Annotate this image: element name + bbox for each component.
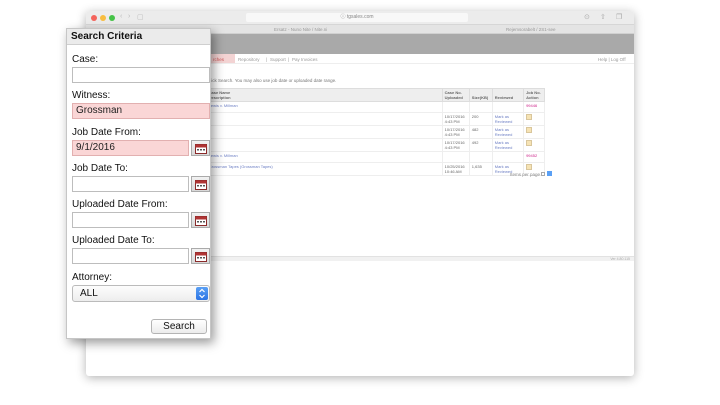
- minimize-window-button[interactable]: [100, 15, 106, 21]
- job-date-from-input[interactable]: 9/1/2016: [72, 140, 189, 156]
- table-cell-case[interactable]: Lewis v. Millman: [205, 101, 443, 113]
- panel-title: Search Criteria: [67, 29, 210, 45]
- calendar-button[interactable]: [191, 248, 210, 264]
- table-cell-job: 99452: [523, 151, 545, 163]
- action-checkbox[interactable]: [526, 140, 533, 146]
- job-date-to-input[interactable]: [72, 176, 189, 192]
- calendar-icon: [195, 180, 207, 190]
- col-reviewed[interactable]: Reviewed: [495, 95, 513, 100]
- table-cell-uploaded: [441, 101, 470, 113]
- address-bar[interactable]: ⓘ tgsales.com: [246, 13, 468, 22]
- tab-left[interactable]: Ersatz - Nuno Nite / Nite.ni: [274, 27, 327, 32]
- back-icon[interactable]: ‹: [120, 13, 122, 20]
- col-uploaded[interactable]: Uploaded: [445, 95, 463, 100]
- table-cell-uploaded: [441, 151, 470, 163]
- help-logoff-links[interactable]: Help | Log Off: [598, 57, 626, 62]
- attorney-label: Attorney:: [72, 272, 113, 283]
- job-date-to-label: Job Date To:: [72, 163, 128, 174]
- action-checkbox[interactable]: [526, 164, 533, 170]
- uploaded-date-from-label: Uploaded Date From:: [72, 199, 168, 210]
- share-icon[interactable]: ⇧: [600, 13, 606, 21]
- col-action[interactable]: Action: [526, 95, 538, 100]
- witness-label: Witness:: [72, 90, 111, 101]
- download-icon[interactable]: ⊙: [584, 13, 590, 21]
- table-cell-reviewed[interactable]: [491, 101, 525, 113]
- nav-item-pay-invoices[interactable]: Pay Invoices: [292, 57, 318, 62]
- case-label: Case:: [72, 54, 99, 65]
- calendar-button[interactable]: [191, 176, 210, 192]
- table-cell-size: 200: [468, 112, 493, 126]
- attorney-select[interactable]: ALL: [72, 285, 210, 302]
- table-cell-size: [468, 101, 493, 113]
- sidebar-icon[interactable]: ▢: [137, 13, 144, 21]
- table-cell-job: [523, 112, 545, 126]
- select-arrows-icon: [196, 287, 208, 300]
- table-cell-job: 99446: [523, 101, 545, 113]
- table-cell-size: 492: [468, 138, 493, 152]
- calendar-button[interactable]: [191, 212, 210, 228]
- table-cell-case[interactable]: [205, 112, 443, 126]
- table-cell-case[interactable]: [205, 138, 443, 152]
- table-cell-reviewed[interactable]: [491, 151, 525, 163]
- nav-item-repository[interactable]: Repository: [238, 57, 260, 62]
- screenshot-stage: ‹ › ▢ ⓘ tgsales.com ⊙ ⇧ ❐ Ersatz - Nuno …: [0, 0, 720, 405]
- search-button[interactable]: Search: [151, 319, 207, 334]
- tab-right[interactable]: Rejemsorabelt / 2S1-see: [506, 27, 556, 32]
- calendar-icon: [195, 144, 207, 154]
- table-cell-reviewed[interactable]: Mark as Reviewed: [491, 112, 525, 126]
- table-cell-job: [523, 138, 545, 152]
- table-cell-case[interactable]: Lewis v. Millman: [205, 151, 443, 163]
- nav-item-searches[interactable]: rches: [211, 54, 235, 63]
- browser-toolbar: ‹ › ▢ ⓘ tgsales.com ⊙ ⇧ ❐: [86, 11, 634, 25]
- table-cell-size: [468, 151, 493, 163]
- action-checkbox[interactable]: [526, 114, 533, 120]
- case-input[interactable]: [72, 67, 210, 83]
- close-window-button[interactable]: [91, 15, 97, 21]
- witness-input[interactable]: Grossman: [72, 103, 210, 119]
- items-per-page[interactable]: Items per page: [510, 171, 552, 177]
- uploaded-date-to-input[interactable]: [72, 248, 189, 264]
- tabs-icon[interactable]: ❐: [616, 13, 622, 21]
- calendar-button[interactable]: [191, 140, 210, 156]
- nav-item-support[interactable]: Support: [270, 57, 286, 62]
- action-checkbox[interactable]: [526, 127, 533, 133]
- table-cell-uploaded: 10/17/2016 4:43 PM: [441, 125, 470, 139]
- zoom-window-button[interactable]: [109, 15, 115, 21]
- table-cell-uploaded: 10/25/2016 10:46 AM: [441, 162, 470, 176]
- attorney-selected-value: ALL: [80, 288, 98, 299]
- col-description[interactable]: Description: [209, 95, 231, 100]
- table-cell-reviewed[interactable]: Mark as Reviewed: [491, 125, 525, 139]
- table-cell-case[interactable]: Grossman Tapes (Grossman Tapes): [205, 162, 443, 176]
- table-cell-job: [523, 125, 545, 139]
- job-date-from-label: Job Date From:: [72, 127, 141, 138]
- table-cell-size: 482: [468, 125, 493, 139]
- calendar-icon: [195, 216, 207, 226]
- table-cell-case[interactable]: [205, 125, 443, 139]
- table-cell-uploaded: 10/17/2016 4:43 PM: [441, 138, 470, 152]
- table-cell-reviewed[interactable]: Mark as Reviewed: [491, 138, 525, 152]
- table-cell-uploaded: 10/17/2016 4:43 PM: [441, 112, 470, 126]
- forward-icon[interactable]: ›: [128, 13, 130, 20]
- col-size[interactable]: Size(KB): [472, 95, 488, 100]
- table-cell-size: 1,635: [468, 162, 493, 176]
- search-criteria-panel: Search Criteria Case: Witness: Grossman …: [66, 28, 211, 339]
- uploaded-date-to-label: Uploaded Date To:: [72, 235, 155, 246]
- calendar-icon: [195, 252, 207, 262]
- uploaded-date-from-input[interactable]: [72, 212, 189, 228]
